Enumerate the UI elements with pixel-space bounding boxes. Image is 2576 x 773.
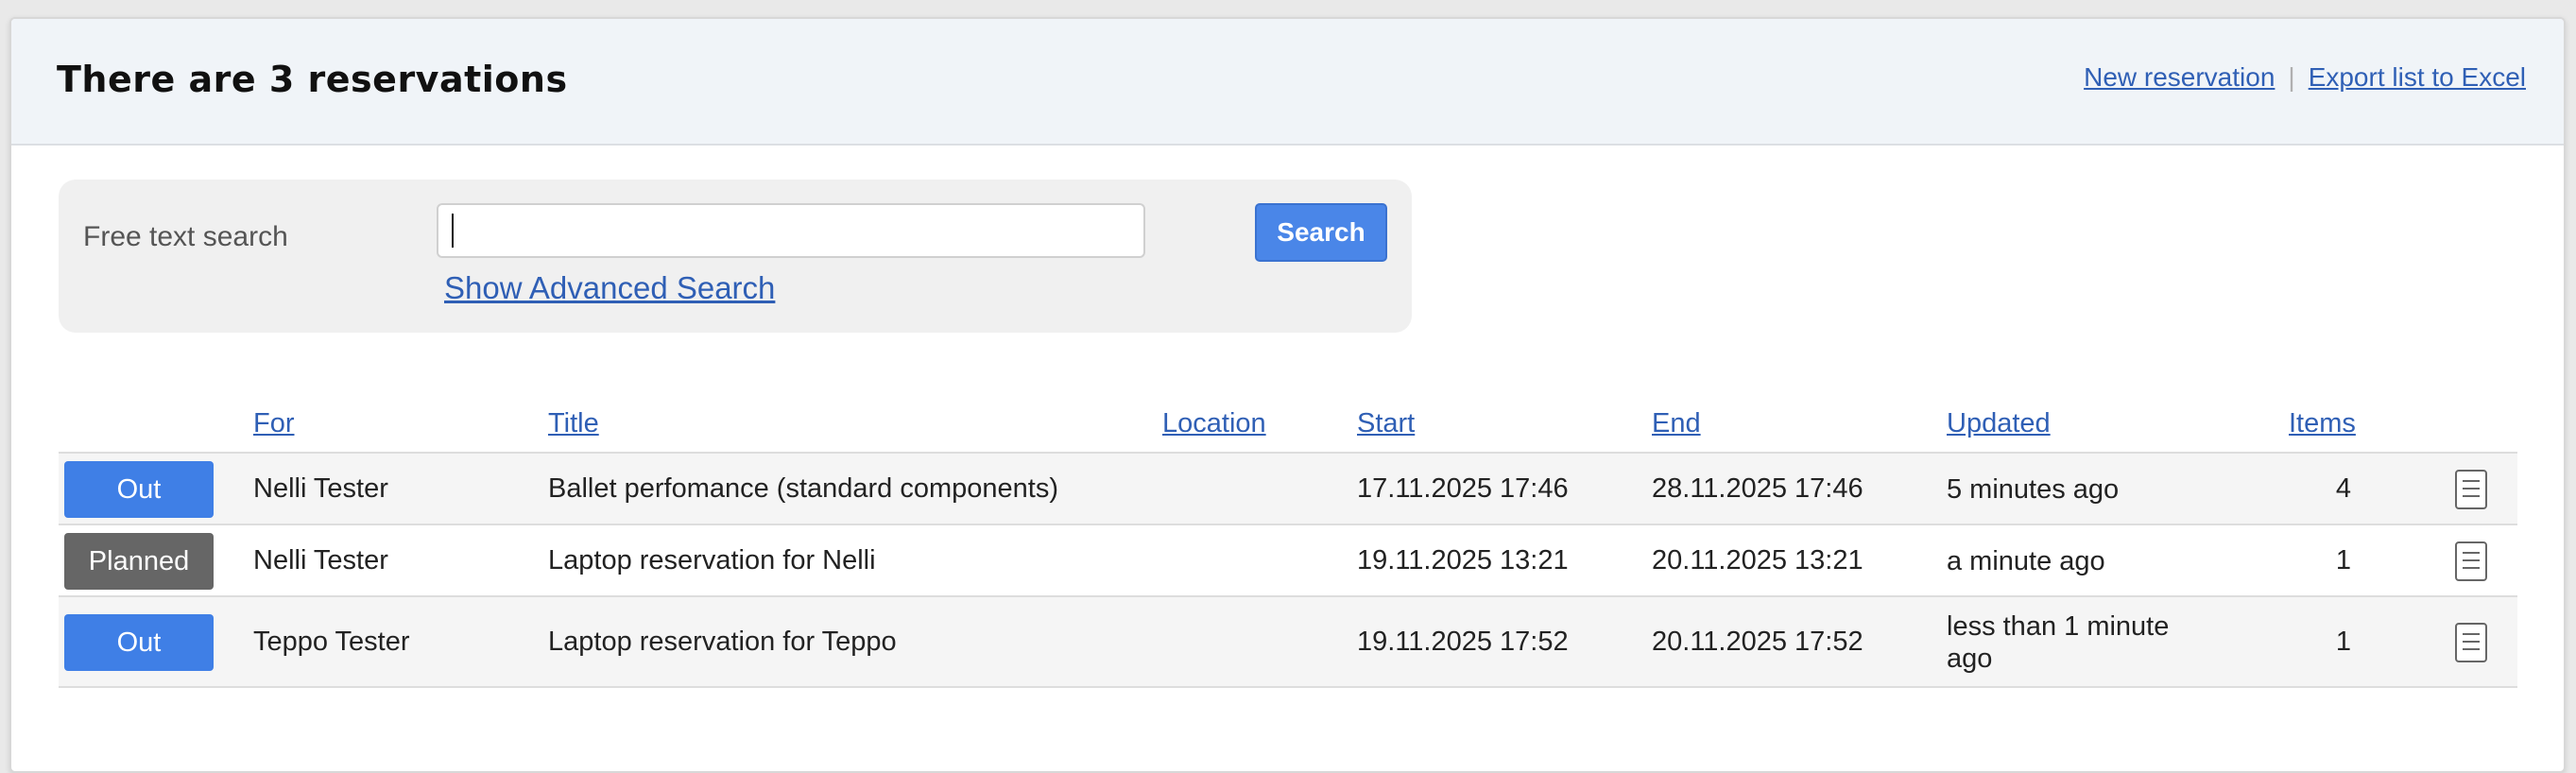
document-icon-line — [2463, 559, 2480, 561]
cell-updated: less than 1 minute ago — [1947, 611, 2170, 674]
document-icon-line — [2463, 495, 2480, 497]
reservations-table: For Title Location Start End Updated Ite… — [59, 387, 2517, 688]
new-reservation-link[interactable]: New reservation — [2084, 62, 2275, 93]
column-start[interactable]: Start — [1357, 408, 1415, 439]
document-icon-line — [2463, 641, 2480, 643]
column-items[interactable]: Items — [2289, 408, 2356, 439]
column-updated[interactable]: Updated — [1947, 408, 2051, 439]
table-header: For Title Location Start End Updated Ite… — [59, 387, 2517, 454]
column-location[interactable]: Location — [1162, 408, 1266, 439]
search-label: Free text search — [83, 221, 288, 252]
status-badge[interactable]: Planned — [64, 533, 214, 590]
column-title[interactable]: Title — [548, 408, 599, 439]
text-caret — [452, 214, 454, 248]
cell-title: Laptop reservation for Nelli — [548, 545, 876, 575]
panel-header: There are 3 reservations New reservation… — [11, 19, 2564, 146]
cell-updated: 5 minutes ago — [1947, 474, 2120, 505]
table-row[interactable]: Out Nelli Tester Ballet perfomance (standa… — [59, 454, 2517, 525]
cell-updated: a minute ago — [1947, 546, 2105, 576]
cell-title: Laptop reservation for Teppo — [548, 627, 897, 657]
search-input[interactable] — [437, 203, 1145, 258]
cell-end: 28.11.2025 17:46 — [1652, 473, 1863, 504]
header-separator: | — [2288, 62, 2295, 92]
cell-items: 1 — [2335, 545, 2351, 575]
search-box: Free text search Search Show Advanced Se… — [59, 180, 1412, 333]
reservations-panel: There are 3 reservations New reservation… — [9, 17, 2566, 773]
status-badge[interactable]: Out — [64, 461, 214, 518]
table-body: Out Nelli Tester Ballet perfomance (standa… — [59, 454, 2517, 688]
cell-end: 20.11.2025 17:52 — [1652, 627, 1863, 657]
cell-start: 17.11.2025 17:46 — [1357, 473, 1569, 504]
cell-for: Nelli Tester — [253, 473, 388, 504]
search-button[interactable]: Search — [1255, 203, 1387, 262]
document-icon[interactable] — [2455, 623, 2487, 662]
cell-end: 20.11.2025 13:21 — [1652, 545, 1863, 575]
column-for[interactable]: For — [253, 408, 295, 439]
document-icon-line — [2463, 648, 2480, 650]
document-icon-line — [2463, 633, 2480, 635]
document-icon[interactable] — [2455, 470, 2487, 509]
document-icon-line — [2463, 552, 2480, 554]
export-excel-link[interactable]: Export list to Excel — [2309, 62, 2526, 93]
cell-for: Teppo Tester — [253, 627, 410, 657]
page-title: There are 3 reservations — [57, 59, 568, 100]
table-row[interactable]: Out Teppo Tester Laptop reservation for Te… — [59, 597, 2517, 688]
document-icon-line — [2463, 567, 2480, 569]
cell-for: Nelli Tester — [253, 545, 388, 575]
cell-items: 1 — [2335, 627, 2351, 657]
show-advanced-search-link[interactable]: Show Advanced Search — [444, 270, 775, 306]
cell-start: 19.11.2025 13:21 — [1357, 545, 1569, 575]
document-icon-line — [2463, 488, 2480, 490]
status-badge[interactable]: Out — [64, 614, 214, 671]
header-links: New reservation | Export list to Excel — [2084, 62, 2526, 93]
document-icon[interactable] — [2455, 541, 2487, 581]
column-end[interactable]: End — [1652, 408, 1701, 439]
cell-items: 4 — [2335, 473, 2351, 504]
cell-start: 19.11.2025 17:52 — [1357, 627, 1569, 657]
cell-title: Ballet perfomance (standard components) — [548, 473, 1059, 504]
document-icon-line — [2463, 480, 2480, 482]
table-row[interactable]: Planned Nelli Tester Laptop reservation fo… — [59, 525, 2517, 597]
